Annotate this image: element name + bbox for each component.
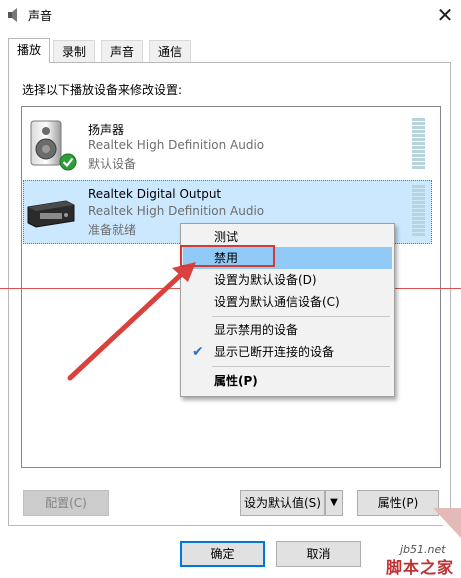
ok-button[interactable]: 确定 [180,541,265,567]
device-driver: Realtek High Definition Audio [88,204,265,218]
checkmark-icon: ✔ [192,344,204,360]
close-icon: ✕ [436,3,454,27]
watermark-brand: 脚本之家 [386,558,455,577]
device-name: 扬声器 [88,123,125,137]
set-default-button[interactable]: 设为默认值(S) [240,490,325,516]
cancel-button[interactable]: 取消 [276,541,361,567]
device-name: Realtek Digital Output [88,187,222,201]
device-status: 默认设备 [88,157,137,171]
tab-recording[interactable]: 录制 [53,40,96,62]
device-status: 准备就绪 [88,223,137,237]
menu-item-properties[interactable]: 属性(P) [183,370,392,392]
set-default-dropdown-button[interactable]: ▼ [325,490,343,516]
menu-separator [212,316,390,317]
window-title: 声音 [28,9,53,23]
tab-playback[interactable]: 播放 [8,38,51,63]
speaker-app-icon [8,8,17,22]
menu-item-show-disconnected[interactable]: ✔ 显示已断开连接的设备 [183,341,392,363]
title-bar: 声音 ✕ [0,0,461,30]
menu-separator [212,366,390,367]
close-button[interactable]: ✕ [432,2,458,28]
device-driver: Realtek High Definition Audio [88,138,265,152]
volume-level-meter [412,185,425,237]
default-check-icon [59,153,77,171]
chevron-down-icon: ▼ [330,497,338,508]
menu-item-set-default-device[interactable]: 设置为默认设备(D) [183,269,392,291]
annotation-highlight-box [180,245,275,267]
instruction-label: 选择以下播放设备来修改设置: [22,83,183,97]
menu-item-set-default-comm-device[interactable]: 设置为默认通信设备(C) [183,291,392,313]
digital-output-icon [27,200,75,228]
device-item-speakers[interactable]: 扬声器 Realtek High Definition Audio 默认设备 [23,113,432,177]
configure-button[interactable]: 配置(C) [23,490,109,516]
tab-sounds[interactable]: 声音 [101,40,144,62]
properties-button[interactable]: 属性(P) [357,490,439,516]
menu-item-label: 显示已断开连接的设备 [214,345,335,359]
volume-level-meter [412,118,425,170]
menu-item-show-disabled[interactable]: 显示禁用的设备 [183,319,392,341]
tab-communications[interactable]: 通信 [149,40,192,62]
